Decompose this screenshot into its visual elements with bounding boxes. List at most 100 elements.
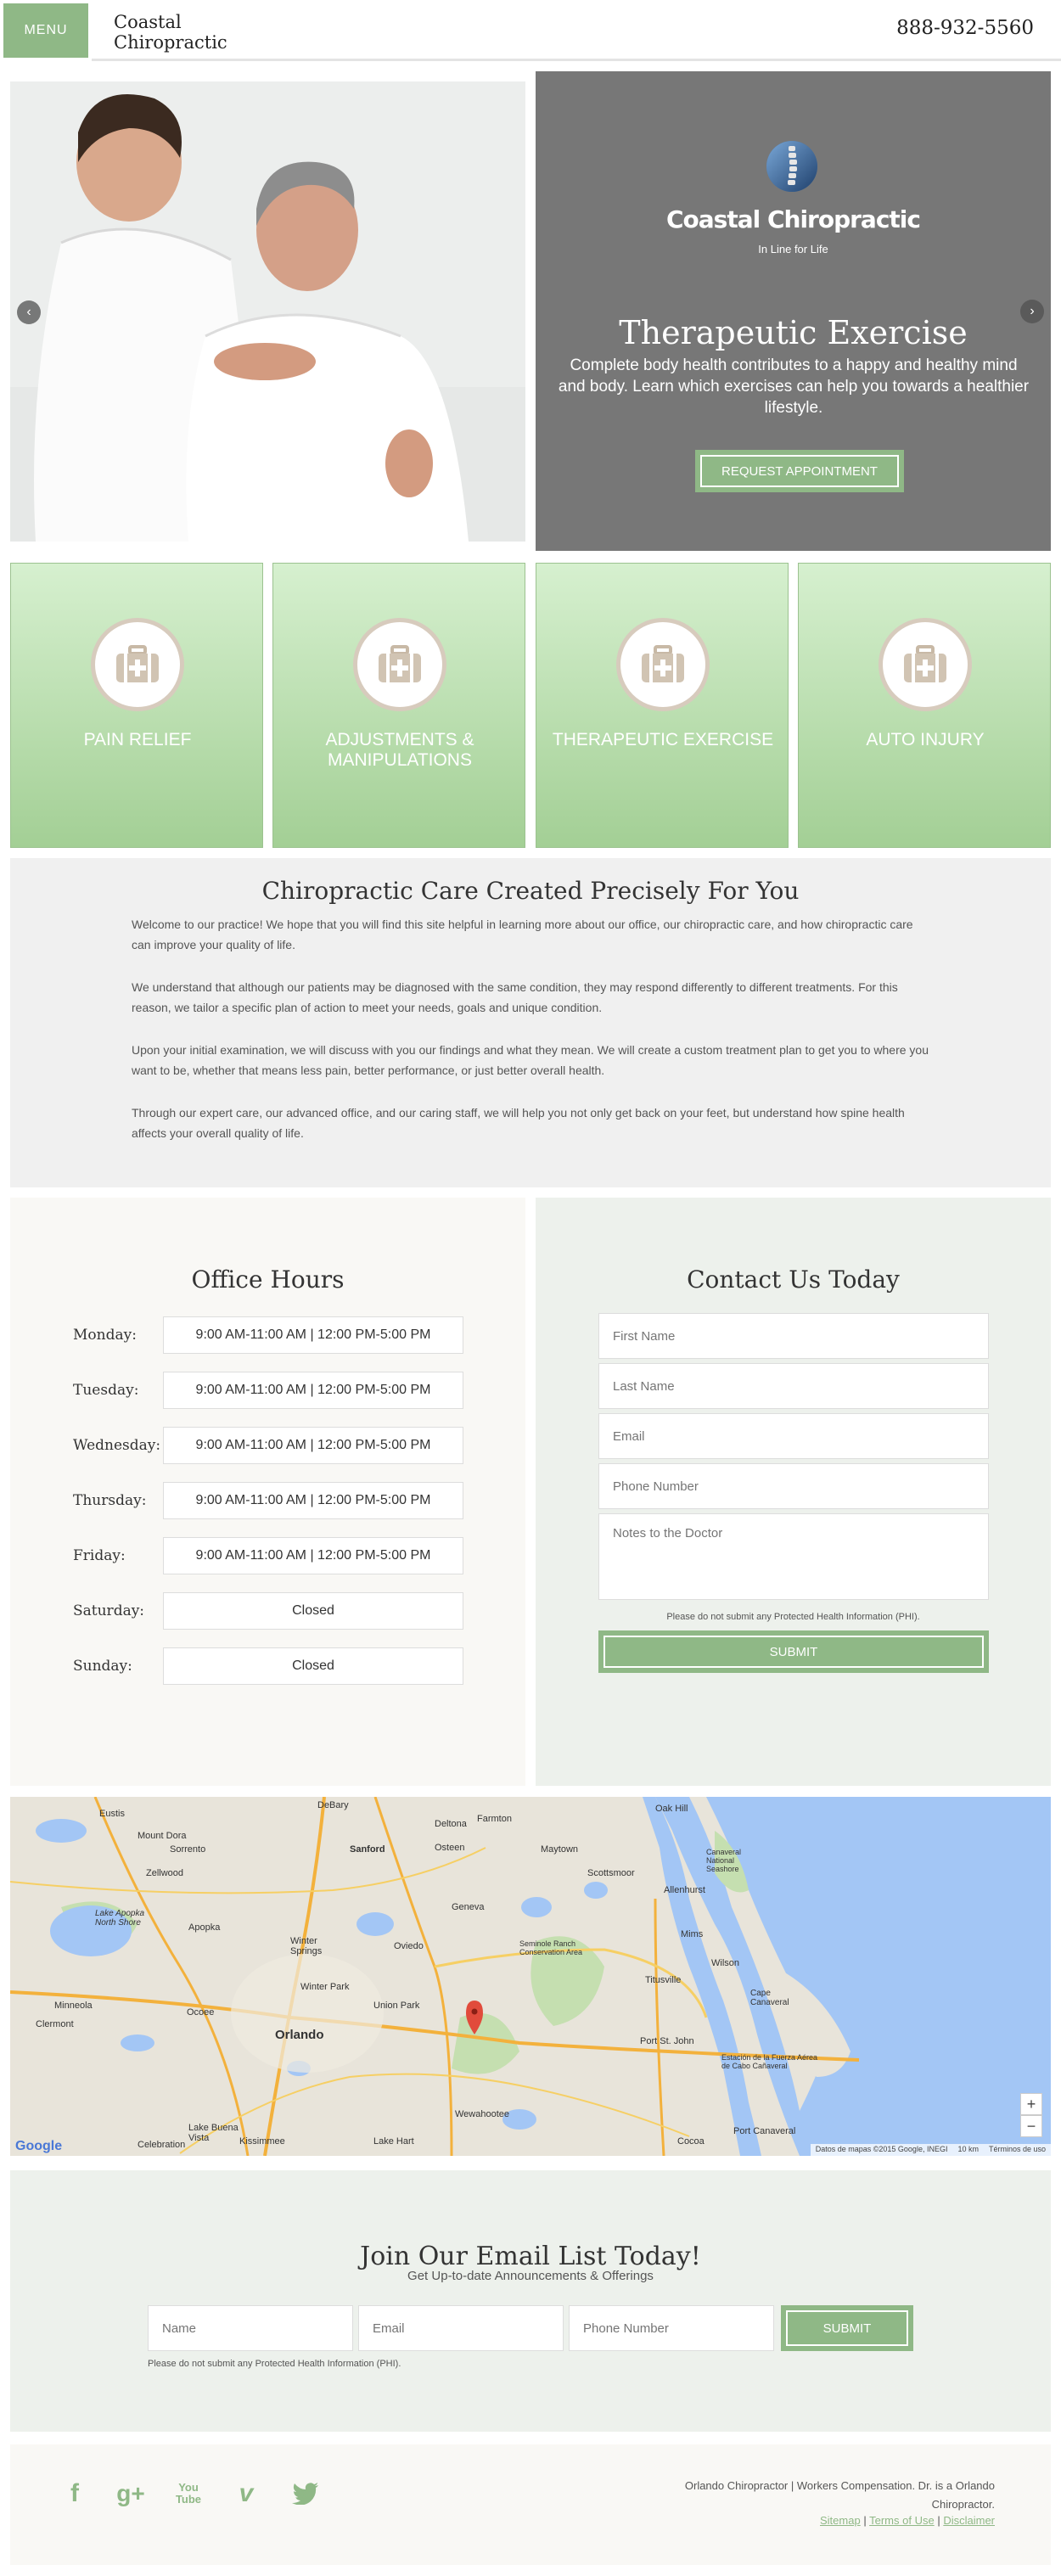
day-label: Monday:: [73, 1327, 137, 1344]
map-scale: 10 km: [957, 2145, 979, 2153]
service-tile-therapeutic-exercise[interactable]: THERAPEUTIC EXERCISE: [536, 563, 789, 848]
footer-links: Sitemap | Terms of Use | Disclaimer: [820, 2514, 995, 2527]
contact-submit-button[interactable]: SUBMIT: [598, 1630, 989, 1673]
map-label: Sorrento: [170, 1844, 206, 1855]
hero-brand-tagline: In Line for Life: [758, 243, 828, 255]
newsletter-submit-button[interactable]: SUBMIT: [781, 2305, 913, 2351]
phi-notice: Please do not submit any Protected Healt…: [666, 1612, 920, 1622]
phone-number[interactable]: 888-932-5560: [896, 17, 1034, 39]
map-label: Seminole Ranch Conservation Area: [519, 1939, 583, 1956]
map-label: Deltona: [435, 1819, 467, 1829]
day-label: Wednesday:: [73, 1437, 161, 1454]
service-label: PAIN RELIEF: [83, 730, 192, 749]
slider-prev-button[interactable]: ‹: [17, 300, 41, 324]
service-label: THERAPEUTIC EXERCISE: [552, 730, 774, 749]
request-appointment-button[interactable]: REQUEST APPOINTMENT: [695, 450, 904, 492]
spine-logo-icon: [766, 141, 817, 192]
link-separator: |: [863, 2514, 867, 2527]
map-label: Eustis: [99, 1809, 125, 1819]
map-label: Mount Dora: [138, 1831, 187, 1841]
newsletter-subtitle: Get Up-to-date Announcements & Offerings: [407, 2269, 654, 2283]
menu-button[interactable]: MENU: [0, 0, 92, 61]
map-label: Ocoee: [187, 2007, 215, 2018]
map-label: Wewahootee: [455, 2109, 510, 2119]
hours-row-tuesday: Tuesday: 9:00 AM-11:00 AM | 12:00 PM-5:0…: [73, 1372, 463, 1409]
map-label: Cape Canaveral: [750, 1989, 789, 2007]
last-name-input[interactable]: [598, 1363, 989, 1409]
map-label: Maytown: [541, 1844, 579, 1855]
day-label: Tuesday:: [73, 1382, 139, 1399]
site-logo[interactable]: Coastal Chiropractic: [114, 12, 227, 53]
day-label: Thursday:: [73, 1492, 147, 1509]
hours-value: 9:00 AM-11:00 AM | 12:00 PM-5:00 PM: [163, 1427, 463, 1464]
hours-row-saturday: Saturday: Closed: [73, 1592, 463, 1630]
about-paragraph: Welcome to our practice! We hope that yo…: [132, 918, 913, 951]
newsletter-phone-input[interactable]: [569, 2305, 774, 2351]
map-label: Oviedo: [394, 1941, 424, 1951]
hours-value: Closed: [163, 1592, 463, 1630]
about-paragraph: Upon your initial examination, we will d…: [132, 1043, 929, 1077]
first-aid-kit-icon: [879, 618, 972, 711]
map-label: Kissimmee: [239, 2136, 285, 2147]
map-label: Farmton: [477, 1814, 512, 1824]
hours-row-sunday: Sunday: Closed: [73, 1647, 463, 1685]
google-logo[interactable]: Google: [15, 2139, 62, 2154]
zoom-out-button[interactable]: −: [1020, 2115, 1042, 2137]
facebook-icon[interactable]: f: [54, 2475, 95, 2512]
zoom-in-button[interactable]: +: [1020, 2093, 1042, 2115]
first-aid-kit-icon: [91, 618, 184, 711]
map-label: Port St. John: [640, 2036, 694, 2046]
map-label: Apopka: [188, 1922, 221, 1933]
service-label: ADJUSTMENTS & MANIPULATIONS: [325, 730, 474, 770]
disclaimer-link[interactable]: Disclaimer: [943, 2514, 995, 2527]
location-map[interactable]: Eustis Mount Dora Sorrento DeBary Sanfor…: [10, 1797, 1051, 2156]
phone-input[interactable]: [598, 1463, 989, 1509]
hero-panel: Coastal Chiropractic In Line for Life Th…: [536, 71, 1051, 551]
service-tile-pain-relief[interactable]: PAIN RELIEF: [10, 563, 263, 848]
google-plus-icon[interactable]: g+: [110, 2475, 151, 2512]
map-label: Cocoa: [677, 2136, 705, 2147]
map-label: Titusville: [645, 1975, 682, 1985]
service-tile-auto-injury[interactable]: AUTO INJURY: [798, 563, 1051, 848]
about-paragraph: We understand that although our patients…: [132, 980, 898, 1014]
map-label: Lake Hart: [373, 2136, 414, 2147]
map-label: Wilson: [711, 1958, 740, 1968]
vimeo-icon[interactable]: v: [226, 2475, 267, 2512]
email-input[interactable]: [598, 1413, 989, 1459]
day-label: Saturday:: [73, 1602, 145, 1619]
chiropractor-photo: [10, 81, 525, 542]
site-footer: f g+ You Tube v Orlando Chiropractor | Wo…: [10, 2444, 1051, 2565]
newsletter-name-input[interactable]: [148, 2305, 353, 2351]
map-label: Scottsmoor: [587, 1868, 635, 1878]
day-label: Friday:: [73, 1547, 126, 1564]
terms-link[interactable]: Terms of Use: [869, 2514, 935, 2527]
hours-row-monday: Monday: 9:00 AM-11:00 AM | 12:00 PM-5:00…: [73, 1316, 463, 1354]
hours-value: 9:00 AM-11:00 AM | 12:00 PM-5:00 PM: [163, 1316, 463, 1354]
slider-next-button[interactable]: ›: [1020, 300, 1044, 323]
twitter-icon[interactable]: [285, 2475, 326, 2512]
newsletter-title: Join Our Email List Today!: [360, 2242, 701, 2271]
sitemap-link[interactable]: Sitemap: [820, 2514, 861, 2527]
contact-section: Contact Us Today Please do not submit an…: [536, 1198, 1051, 1786]
hero-title: Therapeutic Exercise: [619, 314, 968, 351]
notes-textarea[interactable]: [598, 1513, 989, 1600]
hero-brand-name: Coastal Chiropractic: [665, 205, 921, 233]
office-hours-section: Office Hours Monday: 9:00 AM-11:00 AM | …: [10, 1198, 525, 1786]
hero-description: Complete body health contributes to a ha…: [558, 356, 1030, 417]
map-terms-link[interactable]: Términos de uso: [989, 2145, 1046, 2155]
hours-row-thursday: Thursday: 9:00 AM-11:00 AM | 12:00 PM-5:…: [73, 1482, 463, 1519]
hours-value: 9:00 AM-11:00 AM | 12:00 PM-5:00 PM: [163, 1372, 463, 1409]
map-attribution: Datos de mapas ©2015 Google, INEGI 10 km…: [810, 2144, 1051, 2156]
service-tile-adjustments[interactable]: ADJUSTMENTS & MANIPULATIONS: [272, 563, 525, 848]
newsletter-email-input[interactable]: [358, 2305, 564, 2351]
map-label: Orlando: [275, 2028, 324, 2042]
map-label: Winter Springs: [290, 1936, 323, 1956]
first-name-input[interactable]: [598, 1313, 989, 1359]
map-label: Minneola: [54, 2001, 93, 2011]
logo-line-2: Chiropractic: [114, 32, 227, 53]
map-label: DeBary: [317, 1800, 349, 1810]
youtube-icon[interactable]: You Tube: [168, 2475, 209, 2512]
map-label: Oak Hill: [655, 1804, 688, 1814]
map-label: Osteen: [435, 1843, 465, 1853]
about-section: Chiropractic Care Created Precisely For …: [10, 858, 1051, 1187]
